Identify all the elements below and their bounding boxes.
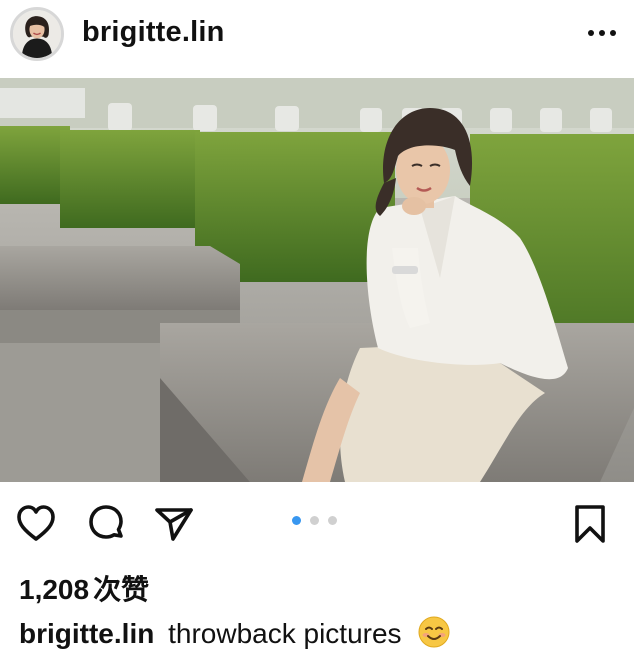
bookmark-icon[interactable] [568,502,612,546]
likes-suffix: 次赞 [93,574,150,605]
post-photo[interactable] [0,78,634,482]
heart-icon[interactable] [14,502,58,546]
likes-count[interactable]: 1,208 次赞 [19,568,149,608]
more-horizontal-icon[interactable] [585,20,619,46]
likes-number: 1,208 [19,574,90,605]
post-username[interactable]: brigitte.lin [82,16,225,49]
avatar[interactable] [10,7,64,61]
post-action-bar [0,490,634,558]
send-icon[interactable] [152,502,196,546]
post-caption: brigitte.lin throwback pictures [19,615,451,650]
carousel-dot-active [292,516,301,525]
comment-icon[interactable] [84,502,128,546]
post-header: brigitte.lin [0,0,634,76]
carousel-indicator [292,516,342,526]
photo-scene [0,78,634,482]
carousel-dot [310,516,319,525]
smiling-face-emoji-icon [417,615,451,649]
caption-username[interactable]: brigitte.lin [19,618,154,649]
caption-text: throwback pictures [168,618,402,649]
carousel-dot [328,516,337,525]
profile-photo [13,10,61,58]
